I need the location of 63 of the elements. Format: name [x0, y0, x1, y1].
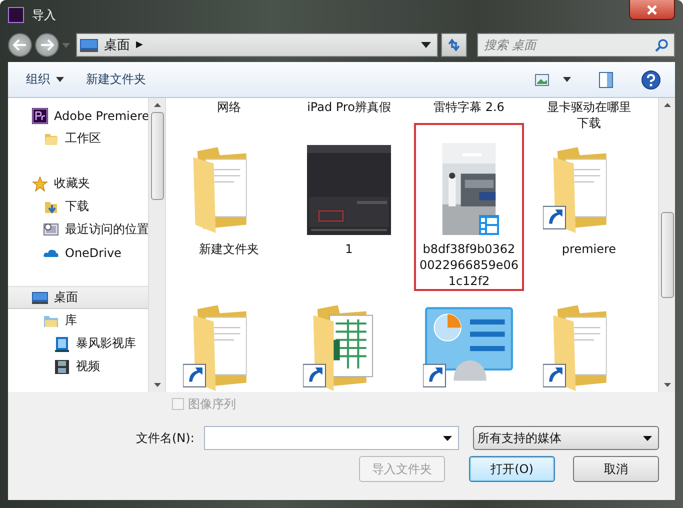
scroll-thumb[interactable] — [660, 212, 674, 298]
dialog-button[interactable]: 取消 — [573, 456, 659, 482]
tree-item[interactable]: 视频 — [8, 355, 148, 378]
tree-item[interactable]: 工作区 — [8, 127, 148, 150]
app-icon — [8, 7, 24, 23]
premiere-icon — [32, 108, 48, 124]
dropdown-icon[interactable] — [443, 436, 452, 441]
scroll-up-icon[interactable] — [664, 103, 670, 107]
address-bar[interactable]: 桌面 ▶ — [76, 33, 438, 57]
file-name[interactable]: 1 — [343, 241, 355, 257]
file-name[interactable]: b8df38f9b0362 0022966859e06 1c12f2 — [418, 241, 520, 289]
close-icon — [646, 4, 658, 14]
tree-item[interactable]: 下载 — [8, 195, 148, 218]
file-name: 网络 — [216, 99, 242, 116]
scroll-up-icon[interactable] — [154, 103, 160, 107]
tree-item[interactable]: 暴风影视库 — [8, 332, 148, 355]
path-separator[interactable]: ▶ — [136, 40, 143, 50]
desktop-icon — [32, 290, 48, 306]
organize-menu[interactable]: 组织 — [20, 67, 70, 92]
search-field[interactable]: 搜索 桌面 — [477, 33, 675, 57]
tree-item[interactable]: 桌面 — [8, 286, 148, 309]
caret-icon — [643, 436, 652, 440]
window-title: 导入 — [32, 6, 56, 24]
star-icon — [32, 176, 48, 192]
scroll-thumb[interactable] — [150, 112, 164, 200]
refresh-button[interactable] — [441, 33, 467, 57]
file-name: 显卡驱动在哪里下载 — [546, 99, 632, 132]
file-name[interactable]: premiere — [560, 241, 618, 257]
caret-icon — [56, 77, 64, 82]
checkbox-label: 图像序列 — [188, 396, 236, 412]
back-button[interactable] — [8, 33, 32, 57]
file-type-dropdown[interactable]: 所有支持的媒体 — [473, 426, 659, 450]
desktop-icon — [80, 38, 98, 52]
forward-arrow-icon — [40, 39, 54, 51]
scrollbar[interactable] — [658, 98, 675, 392]
scrollbar[interactable] — [148, 98, 165, 392]
dropdown-icon[interactable] — [563, 77, 571, 82]
preview-pane-icon[interactable] — [599, 72, 613, 88]
refresh-icon — [446, 38, 462, 52]
filename-label: 文件名(N): — [136, 430, 196, 446]
file-name[interactable]: 新建文件夹 — [197, 241, 261, 257]
media-library-icon — [54, 336, 70, 352]
recent-places-icon — [43, 222, 59, 238]
film-icon — [54, 358, 70, 374]
address-path[interactable]: 桌面 — [104, 36, 130, 54]
file-name: iPad Pro辨真假 — [306, 99, 392, 116]
video-badge-icon — [479, 215, 499, 235]
tree-item[interactable]: 收藏夹 — [8, 172, 148, 195]
close-button[interactable] — [629, 0, 675, 20]
help-icon[interactable] — [641, 70, 661, 90]
tree-item[interactable]: OneDrive — [8, 241, 148, 264]
scroll-down-icon[interactable] — [154, 383, 160, 387]
dropdown-icon[interactable] — [421, 42, 431, 48]
forward-button[interactable] — [35, 33, 59, 57]
filename-field[interactable] — [204, 426, 460, 450]
view-icon[interactable] — [535, 74, 549, 86]
dialog-button[interactable]: 打开(O) — [469, 456, 555, 482]
tree-item[interactable]: 库 — [8, 309, 148, 332]
search-icon — [655, 39, 668, 52]
back-arrow-icon — [13, 39, 27, 51]
scroll-down-icon[interactable] — [664, 383, 670, 387]
new-folder-button[interactable]: 新建文件夹 — [80, 67, 152, 92]
file-name: 雷特字幕 2.6 — [432, 99, 506, 116]
